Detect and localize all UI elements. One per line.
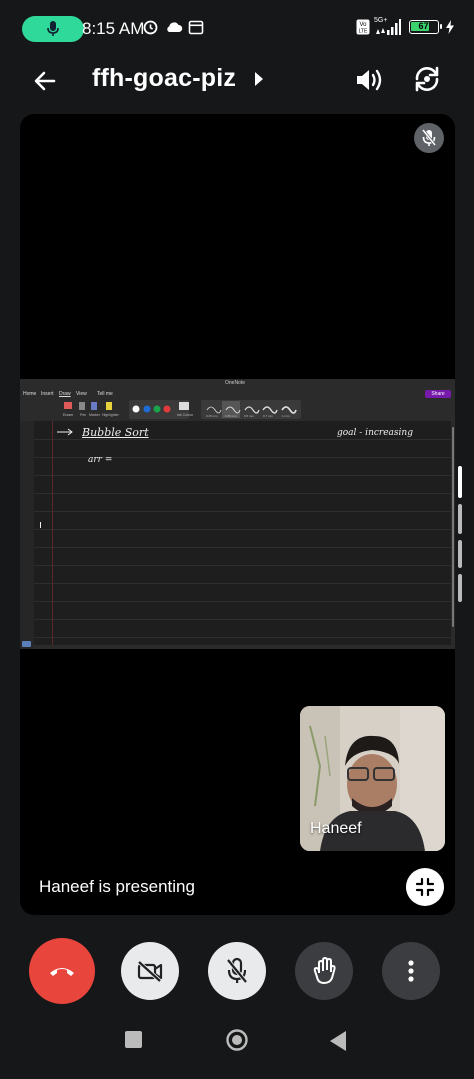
camera-toggle-button[interactable] xyxy=(121,942,179,1000)
home-icon xyxy=(226,1029,248,1051)
cloud-icon xyxy=(167,21,183,32)
mic-off-icon xyxy=(226,957,248,984)
onenote-app-title: OneNote xyxy=(225,380,246,386)
back-arrow-icon xyxy=(34,71,56,91)
camera-switch-icon xyxy=(415,66,439,92)
nav-recents-button[interactable] xyxy=(124,1030,144,1055)
onenote-share-button: Share xyxy=(425,390,451,398)
arrow-mark-icon xyxy=(57,428,73,436)
volte-icon: Vo LTE xyxy=(356,19,370,35)
pen-size-5: 1 mm xyxy=(282,414,290,418)
onenote-page-canvas: Bubble Sort goal - increasing arr = xyxy=(34,421,451,646)
note-arr-line: arr = xyxy=(88,455,113,465)
menu-tab-tell-me: Tell me xyxy=(97,391,113,397)
menu-tab-insert: Insert xyxy=(41,391,54,397)
mic-off-icon xyxy=(421,129,437,146)
onenote-titlebar: OneNote xyxy=(20,379,455,389)
ribbon-label-eraser: Eraser xyxy=(63,413,74,417)
more-options-button[interactable] xyxy=(382,942,440,1000)
hang-up-icon xyxy=(50,968,74,976)
back-triangle-icon xyxy=(330,1031,346,1051)
pen-size-2: 0.35 mm xyxy=(225,414,237,418)
ribbon-label-marker: Marker xyxy=(89,413,100,417)
pen-size-4: 0.7 mm xyxy=(263,414,274,418)
menu-tab-view: View xyxy=(76,391,87,397)
svg-text:LTE: LTE xyxy=(359,29,368,35)
onenote-scroll-thumb xyxy=(452,427,454,627)
pen-size-3: 0.5 mm xyxy=(244,414,255,418)
menu-tab-draw: Draw xyxy=(59,391,71,397)
calendar-icon xyxy=(188,20,204,34)
recents-icon xyxy=(125,1031,142,1048)
signal-indicator: 5G+ xyxy=(373,17,401,36)
meeting-code[interactable]: ffh-goac-piz xyxy=(92,64,236,93)
raise-hand-icon xyxy=(313,957,336,984)
ribbon-label-ink-colour: Ink Colour xyxy=(177,413,193,417)
ribbon-label-pen: Pen xyxy=(80,413,87,417)
collapse-icon xyxy=(415,877,435,897)
battery-indicator: 67 xyxy=(409,20,442,34)
clock: 8:15 AM xyxy=(82,19,145,38)
back-button[interactable] xyxy=(28,64,62,98)
audio-output-button[interactable] xyxy=(352,64,384,96)
end-call-button[interactable] xyxy=(29,938,95,1004)
speaker-icon xyxy=(357,69,382,91)
presenting-label: Haneef is presenting xyxy=(39,877,195,896)
ink-mark xyxy=(40,522,41,528)
charging-icon xyxy=(446,20,454,34)
presenter-muted-badge xyxy=(414,123,444,153)
shared-screen[interactable]: OneNote Home Insert Draw View Tell me Sh… xyxy=(20,379,455,649)
status-bar: 8:15 AM Vo LTE 5G+ 67 xyxy=(0,0,474,56)
participant-name: Haneef xyxy=(310,820,362,837)
menu-tab-home: Home xyxy=(23,391,37,397)
mic-toggle-button[interactable] xyxy=(208,942,266,1000)
onenote-draw-ribbon: Eraser Pen Marker Highlighter Ink Colour… xyxy=(20,399,455,422)
note-goal: goal - increasing xyxy=(337,428,413,438)
pen-size-1: 0.25 mm xyxy=(206,414,218,418)
switch-camera-button[interactable] xyxy=(410,62,444,96)
onenote-sidebar xyxy=(20,421,34,649)
more-vert-icon xyxy=(408,960,414,982)
camera-off-icon xyxy=(137,960,163,983)
note-heading: Bubble Sort xyxy=(82,426,149,439)
ribbon-label-highlighter: Highlighter xyxy=(102,413,119,417)
alarm-icon xyxy=(143,20,158,35)
ribbon-tools xyxy=(64,400,301,419)
nav-home-button[interactable] xyxy=(225,1028,249,1057)
onenote-menu-bar: Home Insert Draw View Tell me Share xyxy=(20,389,455,399)
exit-fullscreen-button[interactable] xyxy=(406,868,444,906)
chevron-right-icon[interactable] xyxy=(255,72,263,86)
raise-hand-button[interactable] xyxy=(295,942,353,1000)
mic-in-use-indicator xyxy=(22,16,84,42)
mic-icon xyxy=(47,21,59,36)
svg-text:Vo: Vo xyxy=(359,22,367,28)
nav-back-button[interactable] xyxy=(328,1030,348,1057)
